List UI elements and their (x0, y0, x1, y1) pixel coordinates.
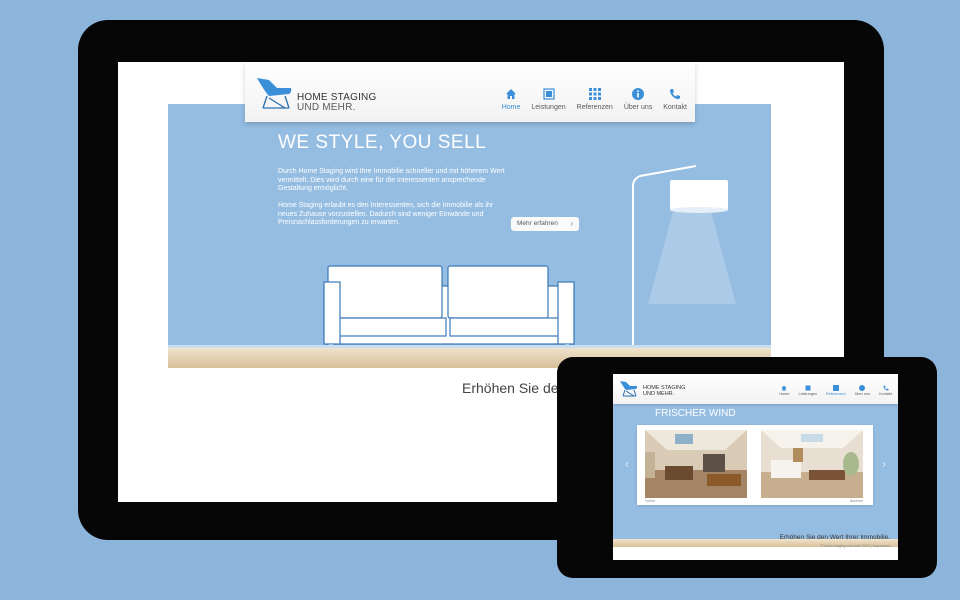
tablet-nav-item-home[interactable]: Home (779, 385, 789, 396)
tablet-brand-name[interactable]: HOME STAGING UND MEHR. (643, 385, 685, 397)
after-caption: Nachher (849, 499, 863, 503)
nav-label-ueber-uns: Über uns (623, 104, 653, 111)
tablet-nav-item-kontakt[interactable]: Kontakt (879, 385, 892, 396)
tablet-nav-item-leistungen[interactable]: Leistungen (798, 385, 817, 396)
nav-label-leistungen: Leistungen (531, 104, 566, 111)
nav-item-referenzen[interactable]: Referenzen (577, 88, 613, 111)
tablet-copyright[interactable]: © home staging und mehr 2013 | Impressum (821, 544, 890, 548)
site-header: HOME STAGING UND MEHR. Home Leistungen R… (245, 62, 695, 122)
home-icon (506, 89, 517, 99)
phone-icon (670, 89, 681, 100)
nav-label-referenzen: Referenzen (576, 104, 613, 111)
nav-label-kontakt: Kontakt (663, 104, 687, 111)
tablet-brand-line-2: UND MEHR. (643, 391, 675, 397)
before-photo[interactable] (645, 430, 747, 498)
tablet-bottom-text: Erhöhen Sie den Wert Ihrer Immobilie. (779, 534, 890, 541)
home-icon (781, 385, 787, 391)
sofa-lamp-illustration (323, 165, 736, 357)
tablet-nav-item-ueber-uns[interactable]: Über uns (855, 385, 870, 396)
before-caption: Vorher (645, 499, 656, 503)
tablet-nav-label-home: Home (779, 392, 790, 396)
nav-item-leistungen[interactable]: Leistungen (531, 88, 566, 111)
tablet-device-frame: HOME STAGING UND MEHR. Home Leistungen R… (557, 357, 937, 578)
hero-section: WE STYLE, YOU SELL Durch Home Staging wi… (168, 104, 771, 368)
tablet-nav-label-kontakt: Kontakt (879, 392, 892, 396)
brand-line-2: UND MEHR. (297, 102, 356, 113)
before-after-gallery: Vorher Nachher (637, 425, 873, 505)
tablet-nav-label-leistungen: Leistungen (798, 392, 818, 396)
desktop-bottom-text: Erhöhen Sie de (462, 380, 559, 396)
chair-logo-icon (257, 78, 292, 109)
chevron-left-icon[interactable]: ‹ (625, 457, 629, 471)
tablet-section-title: FRISCHER WIND (655, 408, 736, 419)
tablet-main-nav: Home Leistungen Referenzen Über uns Kont… (770, 385, 892, 396)
tablet-nav-label-ueber-uns: Über uns (854, 392, 871, 396)
info-icon (632, 88, 645, 100)
grid-icon (588, 88, 601, 100)
nav-label-home: Home (501, 104, 521, 111)
grid-icon (832, 385, 839, 391)
nav-item-ueber-uns[interactable]: Über uns (624, 88, 652, 111)
tablet-screen: HOME STAGING UND MEHR. Home Leistungen R… (613, 374, 898, 560)
nav-item-home[interactable]: Home (501, 88, 521, 111)
tablet-site-header: HOME STAGING UND MEHR. Home Leistungen R… (613, 374, 898, 404)
after-photo[interactable] (761, 430, 863, 498)
chevron-right-icon[interactable]: › (882, 457, 886, 471)
chair-logo-icon (620, 381, 638, 397)
phone-icon (883, 385, 889, 391)
main-nav: Home Leistungen Referenzen Über uns Kont… (491, 88, 687, 111)
nav-item-kontakt[interactable]: Kontakt (663, 88, 687, 111)
services-icon (805, 385, 811, 391)
brand-name[interactable]: HOME STAGING UND MEHR. (297, 93, 376, 113)
services-icon (542, 88, 555, 100)
tablet-nav-label-referenzen: Referenzen (826, 392, 846, 396)
info-icon (859, 385, 866, 391)
tablet-nav-item-referenzen[interactable]: Referenzen (826, 385, 846, 396)
